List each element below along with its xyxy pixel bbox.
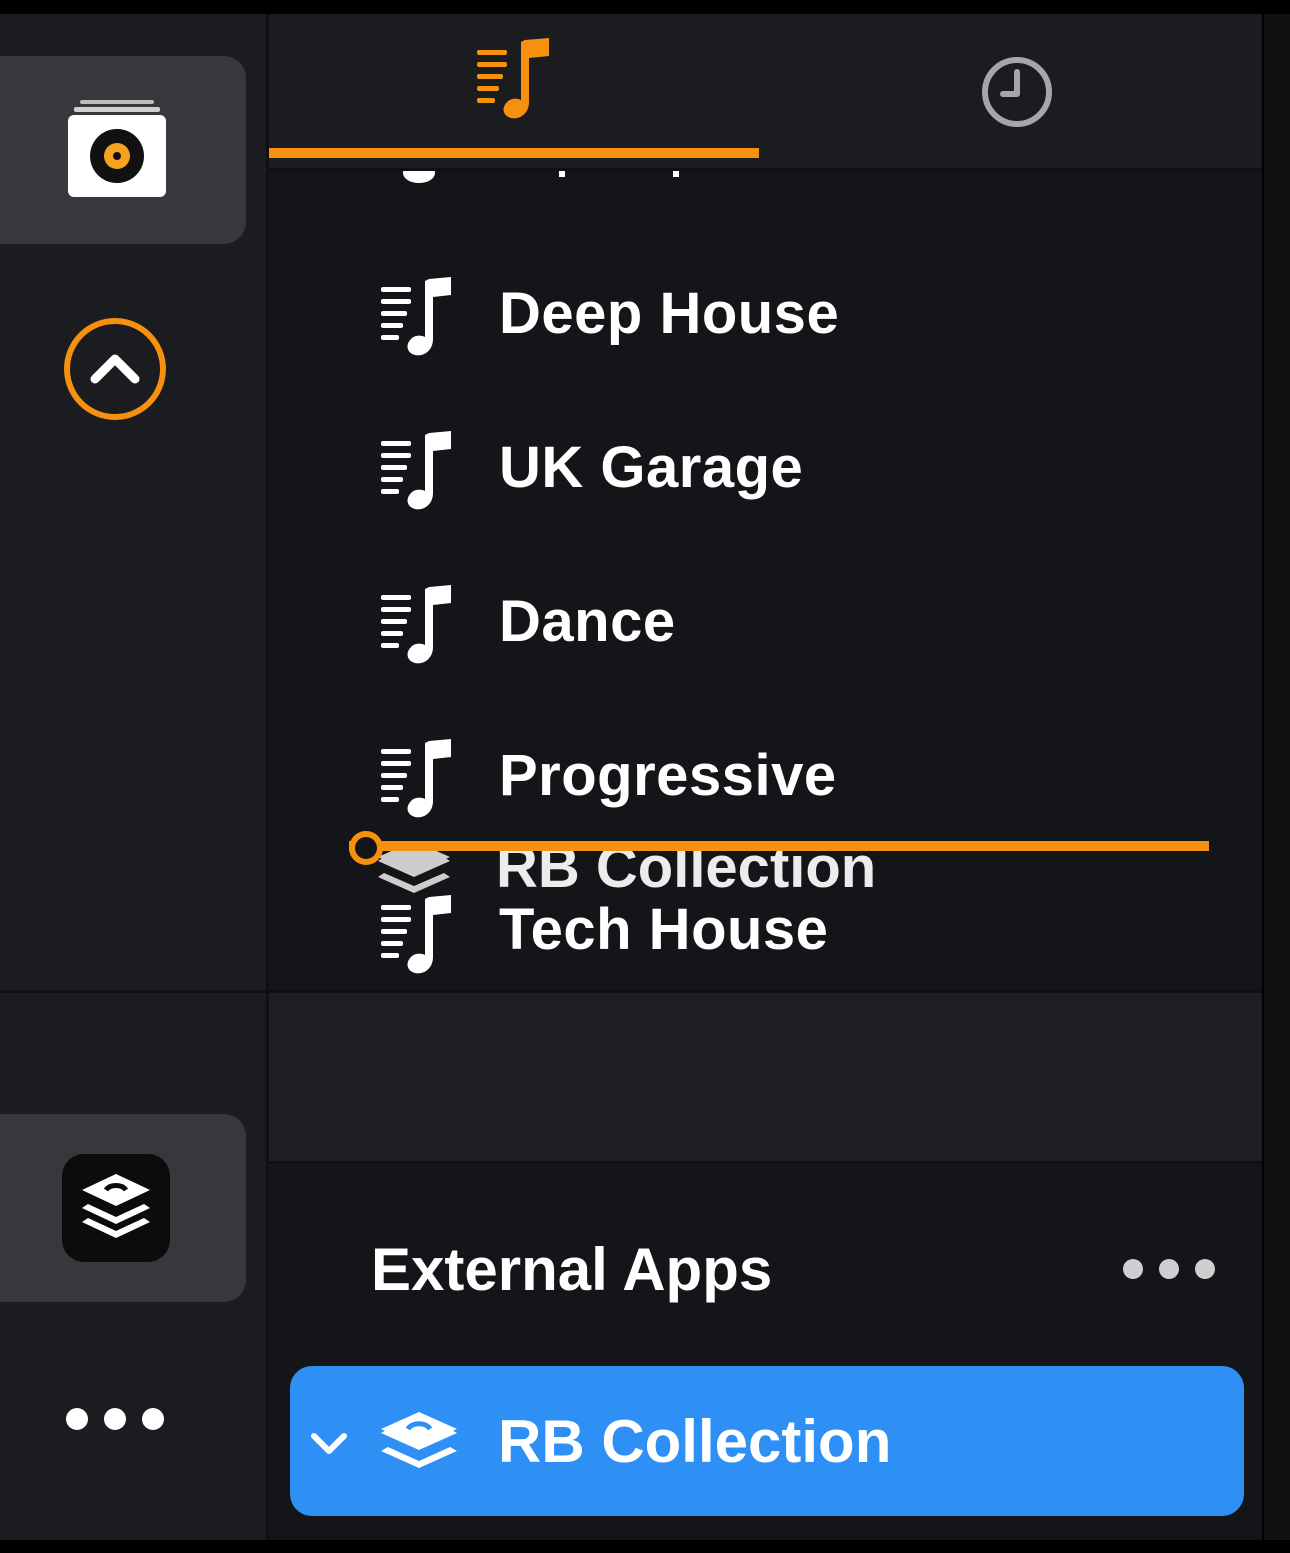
empty-band <box>269 993 1262 1164</box>
external-app-label: RB Collection <box>498 1408 892 1475</box>
tab-playlists[interactable] <box>269 14 759 168</box>
clipped-list-item <box>403 171 679 183</box>
tab-bar <box>269 14 1262 171</box>
external-apps-rail-button[interactable] <box>0 1114 246 1302</box>
chevron-down-icon[interactable] <box>308 1422 350 1464</box>
ellipsis-icon[interactable] <box>1121 1256 1217 1282</box>
playlist-icon <box>381 585 451 664</box>
external-app-item[interactable]: RB Collection <box>290 1366 1244 1516</box>
list-item[interactable]: Progressive <box>379 725 1239 825</box>
drop-indicator-dot <box>349 831 383 865</box>
section-title: External Apps <box>371 1236 773 1303</box>
adjacent-panel-edge <box>1262 14 1290 1540</box>
ellipsis-icon[interactable] <box>60 1404 170 1434</box>
app-window: Deep House UK Garage Dance Progressive T… <box>0 14 1262 1540</box>
list-item-label: Deep House <box>499 281 840 346</box>
playlist-tree: Deep House UK Garage Dance Progressive T… <box>269 171 1262 990</box>
playlist-icon <box>381 277 451 356</box>
tab-history[interactable] <box>765 14 1255 168</box>
drop-indicator-line <box>349 841 1209 851</box>
playlist-icon <box>381 739 451 818</box>
rail-divider <box>0 990 266 993</box>
list-item-label: Dance <box>499 589 676 654</box>
layers-icon <box>381 1412 457 1468</box>
layers-app-icon <box>62 1154 170 1262</box>
left-rail <box>0 14 269 1540</box>
external-apps-section: External Apps RB Collection <box>269 1164 1262 1540</box>
chevron-up-circle-icon[interactable] <box>63 317 167 421</box>
list-item[interactable]: Dance <box>379 571 1239 671</box>
record-box-icon <box>68 100 166 197</box>
playlist-icon <box>477 38 549 119</box>
list-item-label: Progressive <box>499 743 837 808</box>
clock-icon <box>982 57 1052 127</box>
active-tab-indicator <box>269 148 759 158</box>
list-item[interactable]: UK Garage <box>379 417 1239 517</box>
playlist-icon <box>381 431 451 510</box>
list-item[interactable]: Deep House <box>379 263 1239 363</box>
browser-panel: Deep House UK Garage Dance Progressive T… <box>269 14 1262 1540</box>
list-item-label: UK Garage <box>499 435 804 500</box>
collection-rail-button[interactable] <box>0 56 246 244</box>
